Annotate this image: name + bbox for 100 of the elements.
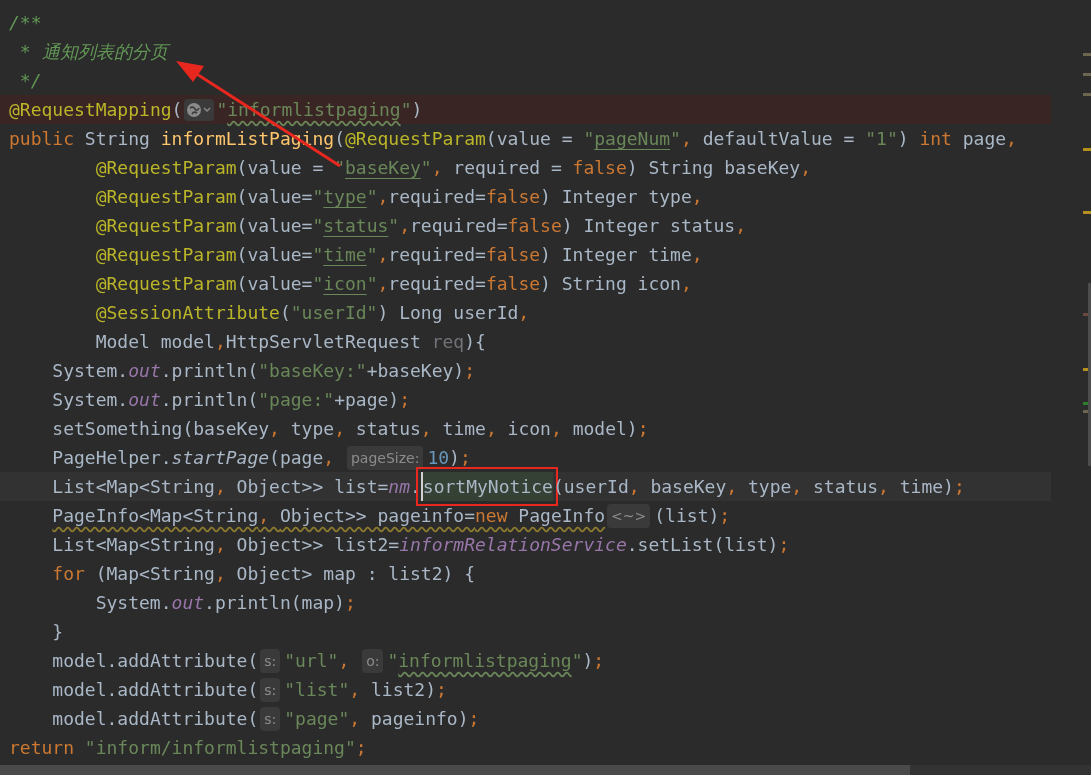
string-literal: " xyxy=(312,272,324,296)
keyword: , xyxy=(323,446,336,470)
keyword: , xyxy=(878,475,890,499)
string-literal: "page:" xyxy=(258,388,335,412)
code-text: list2) xyxy=(371,678,436,702)
code-text: ) xyxy=(582,649,594,673)
annotation: @RequestParam xyxy=(344,127,486,151)
code-text: String xyxy=(83,127,151,151)
code-text: status xyxy=(355,417,421,441)
globe-icon[interactable] xyxy=(184,98,215,121)
keyword: , xyxy=(1006,127,1017,151)
code-text: PageHelper. xyxy=(52,446,172,470)
code-text: ) Integer type xyxy=(540,185,692,209)
keyword: , xyxy=(349,678,362,702)
string-literal: " xyxy=(670,127,681,151)
keyword: ; xyxy=(464,359,476,383)
code-text: model.addAttribute( xyxy=(52,707,259,731)
string-literal: "userId" xyxy=(290,301,378,325)
code-text: ( xyxy=(334,127,345,151)
code-text: (value= xyxy=(236,214,313,238)
keyword: , xyxy=(377,243,389,267)
keyword: , xyxy=(485,417,498,441)
code-text: icon xyxy=(507,417,551,441)
keyword: , xyxy=(334,417,346,441)
keyword: ; xyxy=(778,533,790,557)
keyword: , xyxy=(214,330,226,354)
code-text: (Map<String xyxy=(94,562,215,586)
keyword: , xyxy=(338,649,351,673)
code-text: .println( xyxy=(160,388,259,412)
keyword: , xyxy=(726,475,739,499)
field-name: out xyxy=(171,591,205,615)
code-text: } xyxy=(52,620,64,644)
code-text: Object>> list2= xyxy=(236,533,400,557)
string-literal: " xyxy=(420,156,432,180)
parameter-hint: o: xyxy=(362,648,384,673)
code-text: time) xyxy=(899,475,954,499)
annotation: @RequestParam xyxy=(95,272,237,296)
code-text: model) xyxy=(572,417,638,441)
code-text: pageinfo) xyxy=(371,707,469,731)
string-literal: " xyxy=(312,214,324,238)
doc-comment: */ xyxy=(18,69,42,93)
parameter-hint: s: xyxy=(260,648,281,673)
code-text: ) String baseKey xyxy=(626,156,801,180)
string-literal: " xyxy=(387,649,399,673)
keyword: ; xyxy=(953,475,965,499)
string-literal: baseKey xyxy=(344,156,421,180)
parameter-hint: <~> xyxy=(607,503,651,528)
code-text: Object> map : list2) { xyxy=(236,562,475,586)
code-text: PageInfo xyxy=(517,504,606,528)
keyword: , xyxy=(735,214,746,238)
keyword: false xyxy=(485,185,541,209)
code-text: System. xyxy=(52,359,129,383)
string-literal: " xyxy=(366,243,378,267)
keyword: , xyxy=(550,417,563,441)
code-text: required = xyxy=(453,156,563,180)
code-text: status xyxy=(813,475,879,499)
code-text: type xyxy=(290,417,335,441)
horizontal-scrollbar-thumb[interactable] xyxy=(0,765,910,775)
string-literal: "url" xyxy=(284,649,339,673)
string-literal: " xyxy=(583,127,595,151)
keyword: ; xyxy=(344,591,356,615)
annotation: @SessionAttribute xyxy=(95,301,280,325)
parameter-name: req xyxy=(431,330,465,354)
code-text: List<Map<String xyxy=(52,533,215,557)
code-text: .println(map) xyxy=(204,591,345,615)
keyword: , xyxy=(377,185,389,209)
code-text: ) Integer status xyxy=(561,214,736,238)
parameter-hint: s: xyxy=(260,706,281,731)
code-text: +page) xyxy=(334,388,400,412)
code-text: ) xyxy=(897,127,910,151)
string-literal: pageNum xyxy=(594,127,671,151)
code-text: (value = xyxy=(485,127,574,151)
code-text: ) xyxy=(449,446,460,470)
field-name: nm xyxy=(388,475,410,499)
code-text: (value= xyxy=(236,185,313,209)
code-text: (value = xyxy=(236,156,325,180)
keyword: false xyxy=(572,156,627,180)
code-text: System. xyxy=(52,388,129,412)
keyword: , xyxy=(269,417,281,441)
code-text: baseKey xyxy=(650,475,727,499)
code-text: required= xyxy=(388,243,486,267)
string-literal: time xyxy=(323,243,367,267)
code-text: PageInfo<Map<String xyxy=(52,504,259,528)
doc-comment: /** xyxy=(9,11,42,35)
string-literal: " xyxy=(400,98,412,122)
keyword: , xyxy=(431,156,444,180)
string-literal: icon xyxy=(323,272,367,296)
keyword: ; xyxy=(399,388,410,412)
keyword: false xyxy=(485,272,541,296)
string-literal: " xyxy=(571,649,583,673)
code-text: type xyxy=(748,475,792,499)
keyword: ; xyxy=(593,649,605,673)
keyword: ; xyxy=(436,678,447,702)
keyword: , xyxy=(680,272,692,296)
code-text: ( xyxy=(279,301,291,325)
code-text: Object>> list= xyxy=(236,475,389,499)
code-text: ) Long userId xyxy=(377,301,519,325)
code-text: required= xyxy=(388,272,486,296)
annotation: @RequestParam xyxy=(95,185,237,209)
keyword: false xyxy=(507,214,562,238)
